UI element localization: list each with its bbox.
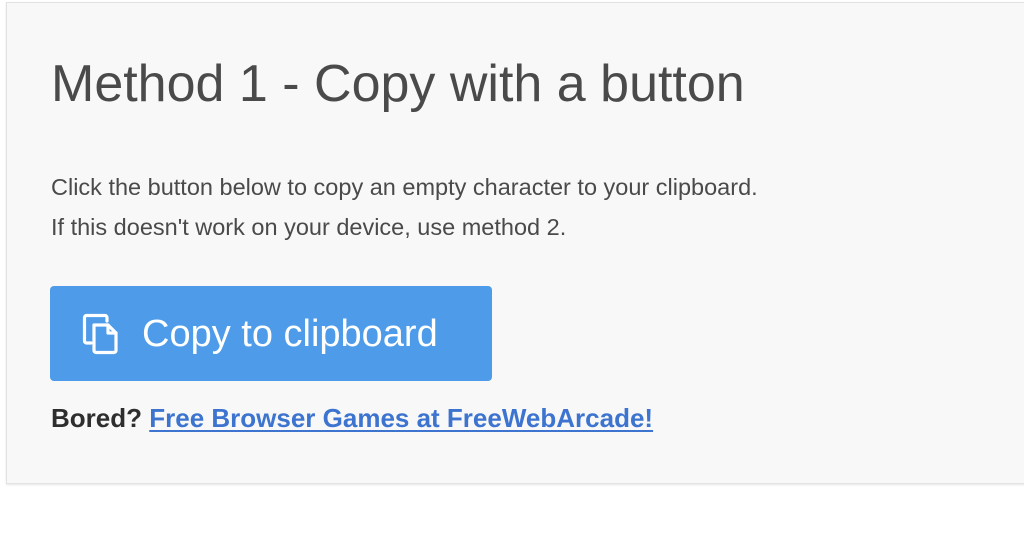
- section-description: Click the button below to copy an empty …: [51, 167, 758, 247]
- copy-to-clipboard-button[interactable]: Copy to clipboard: [50, 286, 492, 381]
- description-line-1: Click the button below to copy an empty …: [51, 174, 758, 200]
- promo-line: Bored? Free Browser Games at FreeWebArca…: [51, 403, 653, 434]
- promo-prefix: Bored?: [51, 403, 142, 433]
- copy-icon: [80, 313, 120, 355]
- section-title: Method 1 - Copy with a button: [51, 55, 745, 113]
- method-1-card: Method 1 - Copy with a button Click the …: [6, 2, 1024, 484]
- free-browser-games-link[interactable]: Free Browser Games at FreeWebArcade!: [149, 403, 653, 433]
- copy-button-label: Copy to clipboard: [142, 312, 438, 355]
- description-line-2: If this doesn't work on your device, use…: [51, 214, 567, 240]
